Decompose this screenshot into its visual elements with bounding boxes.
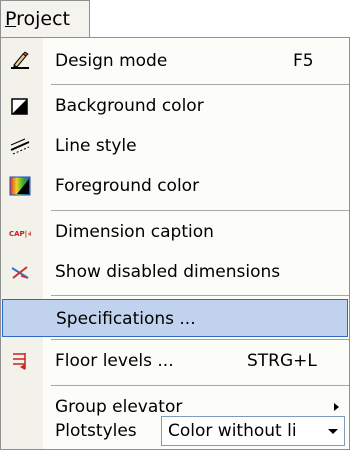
dimension-caption-icon: CAP|+ xyxy=(9,222,33,242)
menu-item-line-style[interactable]: Line style xyxy=(1,127,349,165)
menu-project-label: roject xyxy=(16,8,71,30)
menu-item-plotstyles: Plotstyles Color without li xyxy=(1,412,349,450)
menu-project-accelerator: P xyxy=(5,8,17,30)
submenu-arrow-icon xyxy=(334,403,339,411)
design-mode-icon xyxy=(9,51,31,71)
menu-item-foreground-color[interactable]: Foreground color xyxy=(1,167,349,205)
menu-item-label: Line style xyxy=(55,136,137,156)
menu-item-label: Background color xyxy=(55,96,204,116)
menu-item-label: Show disabled dimensions xyxy=(55,262,281,282)
disabled-dimensions-icon xyxy=(9,262,31,282)
menu-item-label: Floor levels ... xyxy=(55,351,174,371)
menu-item-dimension-caption[interactable]: CAP|+ Dimension caption xyxy=(1,213,349,251)
plotstyles-combobox[interactable]: Color without li xyxy=(161,416,345,446)
menu-item-label: Dimension caption xyxy=(55,222,214,242)
menu-item-label: Plotstyles xyxy=(55,421,137,441)
background-color-icon xyxy=(9,96,31,116)
line-style-icon xyxy=(9,136,31,156)
menu-separator xyxy=(51,84,349,85)
menu-item-label: Foreground color xyxy=(55,176,200,196)
menu-separator xyxy=(51,210,349,211)
menu-separator xyxy=(51,295,349,296)
project-dropdown-menu: Design mode F5 Background color Line sty… xyxy=(0,37,350,450)
menu-item-background-color[interactable]: Background color xyxy=(1,87,349,125)
floor-levels-icon xyxy=(9,351,31,371)
menu-separator xyxy=(51,339,349,340)
plotstyles-combobox-value: Color without li xyxy=(168,421,297,441)
menu-bar: Project xyxy=(0,0,350,40)
menu-item-shortcut: F5 xyxy=(293,51,314,71)
menu-item-specifications[interactable]: Specifications ... xyxy=(2,299,348,337)
chevron-down-icon[interactable] xyxy=(322,417,344,445)
foreground-color-icon xyxy=(9,176,31,196)
menu-item-design-mode[interactable]: Design mode F5 xyxy=(1,42,349,80)
menu-item-show-disabled-dimensions[interactable]: Show disabled dimensions xyxy=(1,253,349,291)
menu-project[interactable]: Project xyxy=(0,0,90,37)
dimension-caption-icon-text: CAP|+ xyxy=(9,230,31,239)
menu-item-shortcut: STRG+L xyxy=(247,351,317,371)
menu-item-label: Design mode xyxy=(55,51,168,71)
menu-separator xyxy=(51,385,349,386)
menu-item-floor-levels[interactable]: Floor levels ... STRG+L xyxy=(1,342,349,380)
menu-item-label: Specifications ... xyxy=(56,309,196,329)
